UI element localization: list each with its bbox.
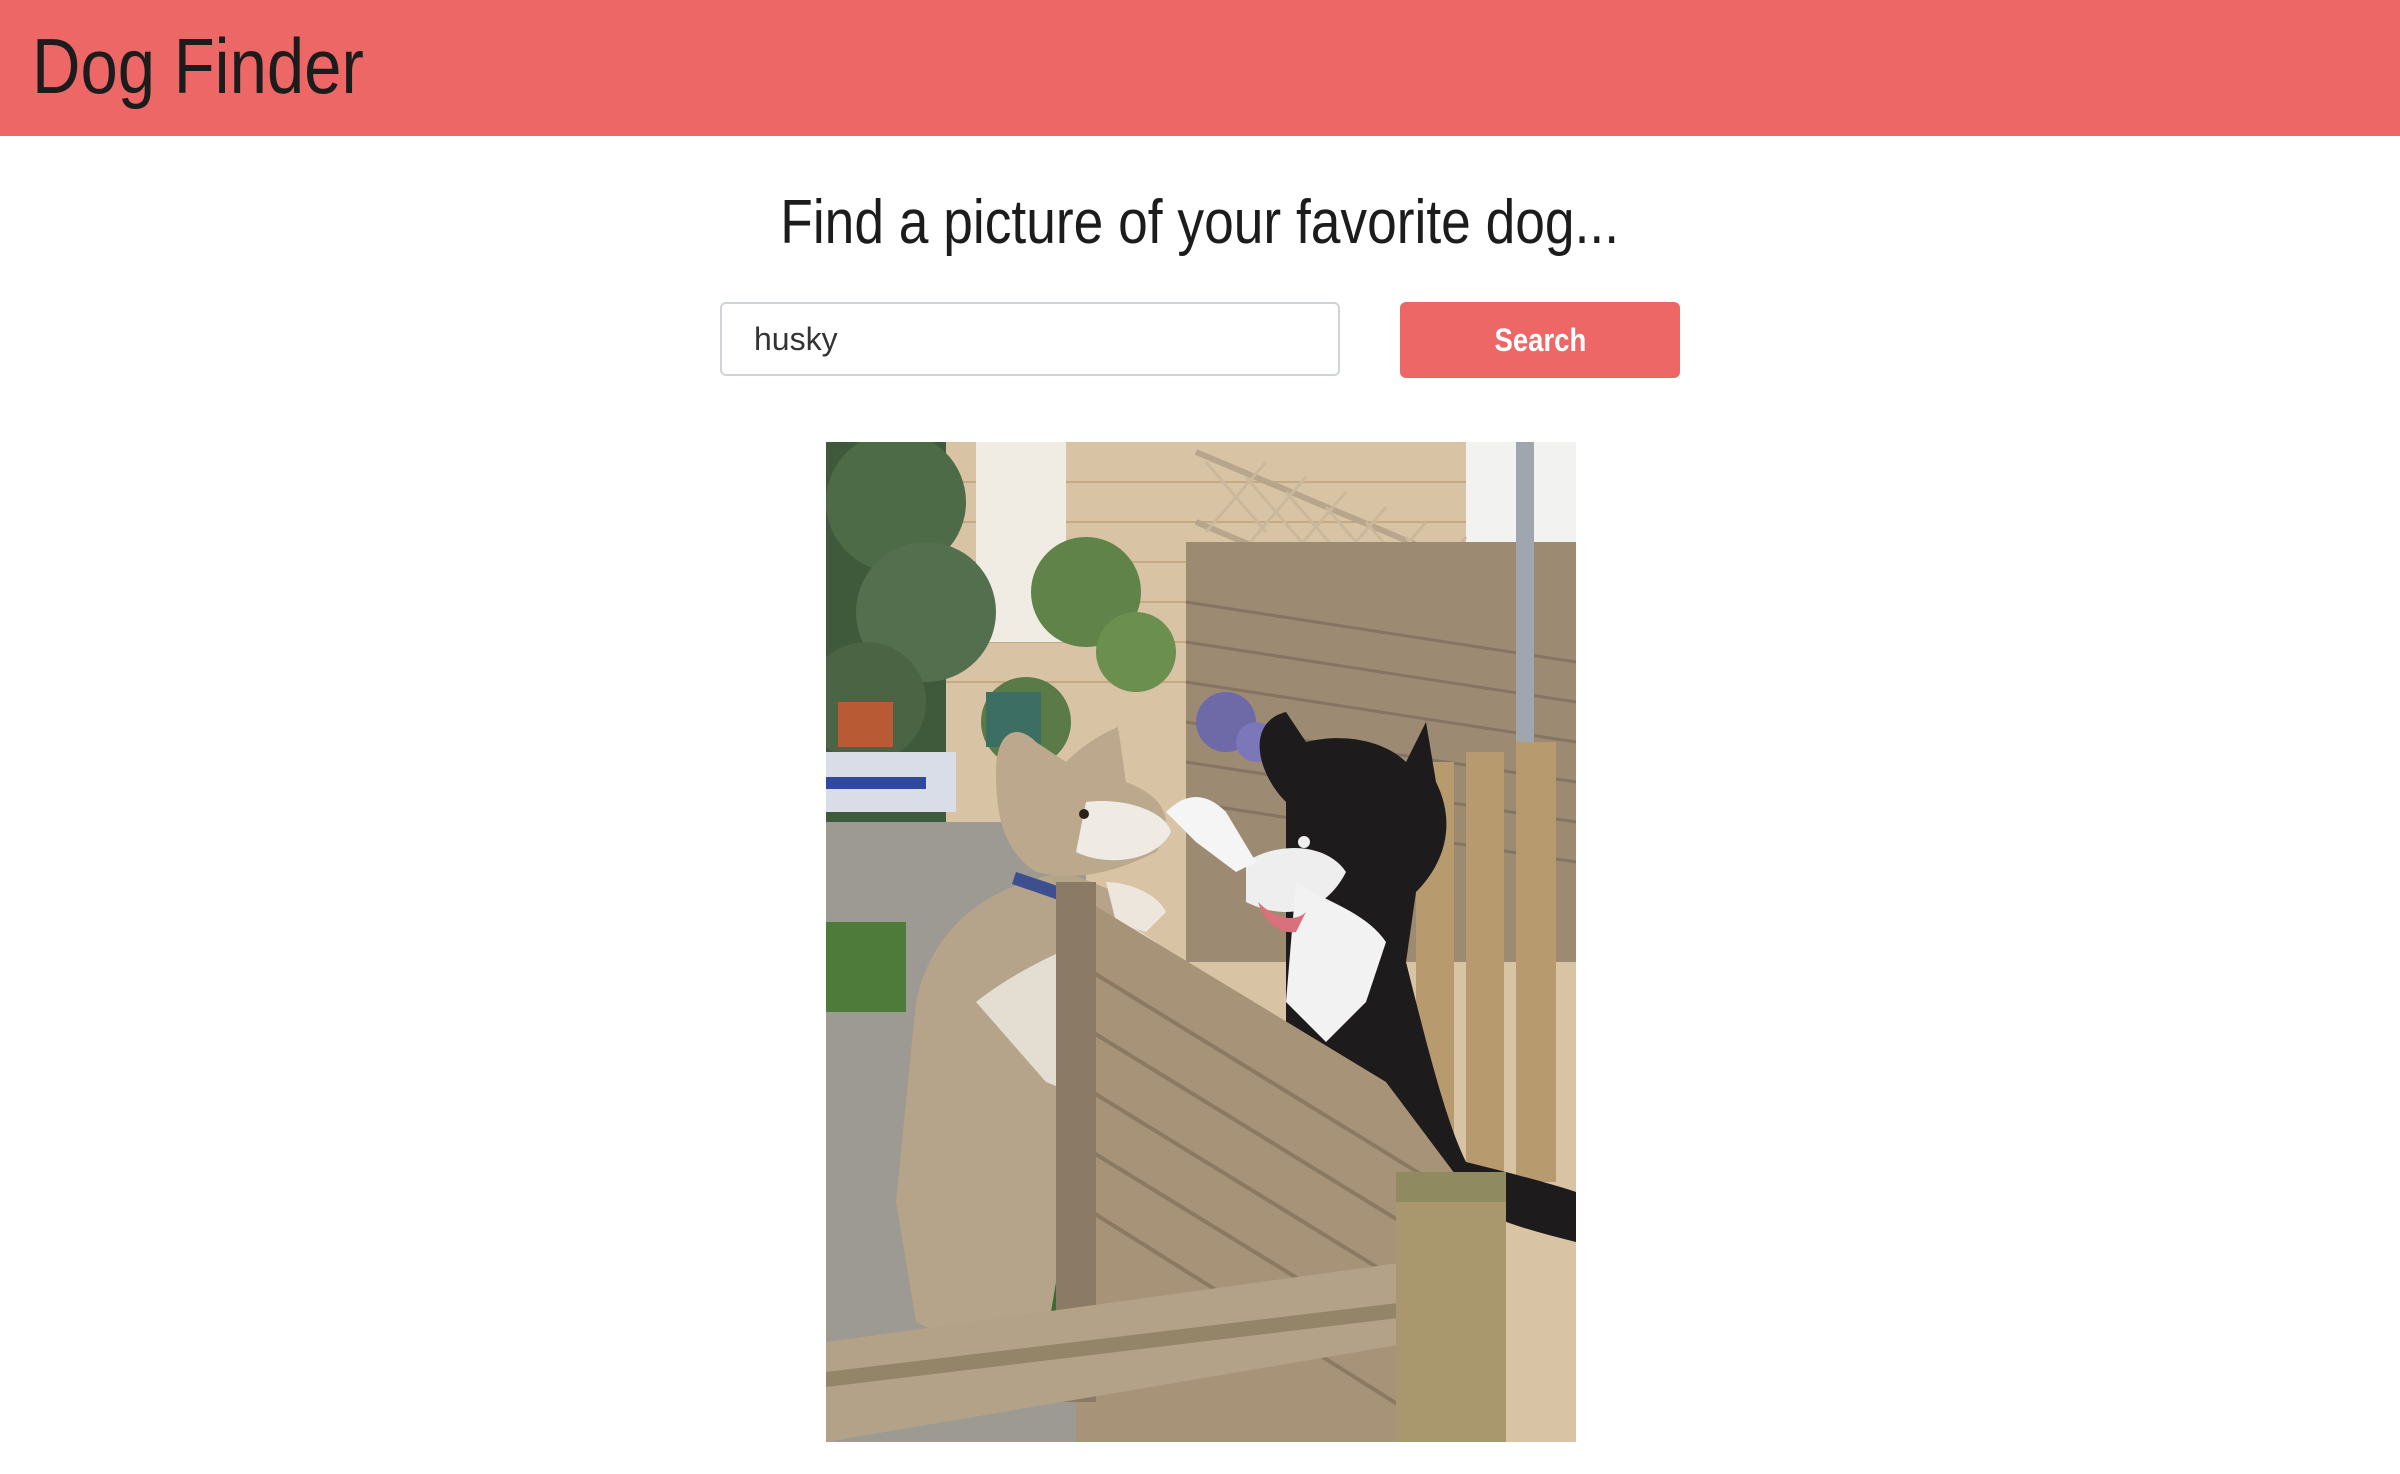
search-button-label: Search <box>1494 321 1586 358</box>
page-heading: Find a picture of your favorite dog... <box>0 178 2400 268</box>
app-title[interactable]: Dog Finder <box>32 18 364 114</box>
navbar: Dog Finder <box>0 0 2400 136</box>
page-heading-text: Find a picture of your favorite dog... <box>780 188 1620 257</box>
dog-photo <box>826 442 1576 1442</box>
search-input[interactable] <box>720 302 1340 376</box>
search-button[interactable]: Search <box>1400 302 1680 378</box>
